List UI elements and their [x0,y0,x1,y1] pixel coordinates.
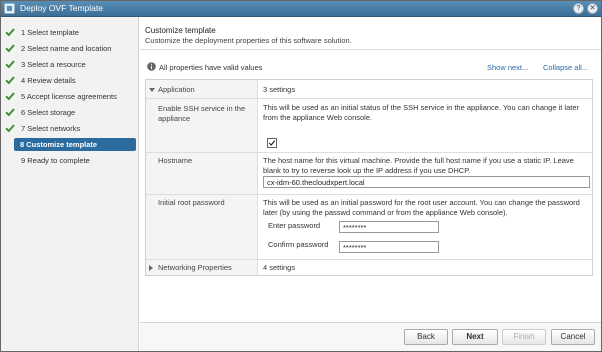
check-icon [5,44,15,53]
checkmark-icon [268,140,276,146]
check-icon [5,76,15,85]
cancel-button[interactable]: Cancel [551,329,595,345]
root-password-label: Initial root password [158,198,225,207]
hostname-description: The host name for this virtual machine. … [263,156,574,175]
check-icon [5,60,15,69]
title-bar: Deploy OVF Template ? ✕ [0,0,602,17]
ssh-description: This will be used as an initial status o… [263,103,580,122]
row-divider [146,98,592,99]
enter-password-label: Enter password [268,221,321,230]
enter-password-input[interactable] [339,221,439,233]
ssh-checkbox[interactable] [267,138,277,148]
wizard-step-2[interactable]: 2 Select name and location [0,42,139,55]
wizard-step-label: 4 Review details [21,76,76,85]
hostname-label: Hostname [158,156,193,165]
hostname-input[interactable] [263,176,590,188]
wizard-step-label: 6 Select storage [21,108,76,117]
wizard-step-label: 7 Select networks [21,124,81,133]
help-button[interactable]: ? [573,3,584,14]
check-icon [5,108,15,117]
wizard-step-9[interactable]: 9 Ready to complete [0,154,139,167]
properties-grid: Application 3 settings Enable SSH servic… [145,79,593,276]
divider [140,49,602,50]
root-password-description: This will be used as an initial password… [263,198,580,217]
wizard-step-label: 5 Accept license agreements [21,92,117,101]
confirm-password-input[interactable] [339,241,439,253]
window-title: Deploy OVF Template [20,3,103,13]
application-count: 3 settings [263,85,296,94]
collapse-all-link[interactable]: Collapse all... [543,63,588,72]
networking-count: 4 settings [263,263,296,272]
wizard-step-label: 9 Ready to complete [21,156,90,165]
validation-status: All properties have valid values [159,63,263,72]
ovf-template-icon [4,3,15,14]
page-subtitle: Customize the deployment properties of t… [145,36,352,45]
wizard-step-label: 2 Select name and location [21,44,112,53]
check-icon [5,124,15,133]
ssh-label: Enable SSH service in the appliance [158,104,246,123]
expand-triangle-icon[interactable] [149,265,153,271]
wizard-step-label: 3 Select a resource [21,60,86,69]
finish-button[interactable]: Finish [502,329,546,345]
show-next-link[interactable]: Show next... [487,63,528,72]
row-divider [146,152,592,153]
row-divider [146,259,592,260]
wizard-step-label: 8 Customize template [20,140,98,149]
wizard-steps: 1 Select template 2 Select name and locat… [0,17,139,352]
application-label[interactable]: Application [158,85,195,95]
wizard-footer: Back Next Finish Cancel [140,322,602,352]
wizard-step-4[interactable]: 4 Review details [0,74,139,87]
wizard-step-6[interactable]: 6 Select storage [0,106,139,119]
back-button[interactable]: Back [404,329,448,345]
wizard-step-7[interactable]: 7 Select networks [0,122,139,135]
check-icon [5,92,15,101]
wizard-step-5[interactable]: 5 Accept license agreements [0,90,139,103]
collapse-triangle-icon[interactable] [149,88,155,92]
close-button[interactable]: ✕ [587,3,598,14]
wizard-step-8[interactable]: 8 Customize template [14,138,136,151]
wizard-step-1[interactable]: 1 Select template [0,26,139,39]
main-content: Customize template Customize the deploym… [140,17,602,322]
row-divider [146,194,592,195]
check-icon [5,28,15,37]
wizard-step-3[interactable]: 3 Select a resource [0,58,139,71]
page-title: Customize template [145,26,216,35]
wizard-step-label: 1 Select template [21,28,79,37]
next-button[interactable]: Next [452,329,498,345]
networking-label[interactable]: Networking Properties [158,263,232,273]
info-icon [147,62,156,71]
confirm-password-label: Confirm password [268,240,329,249]
